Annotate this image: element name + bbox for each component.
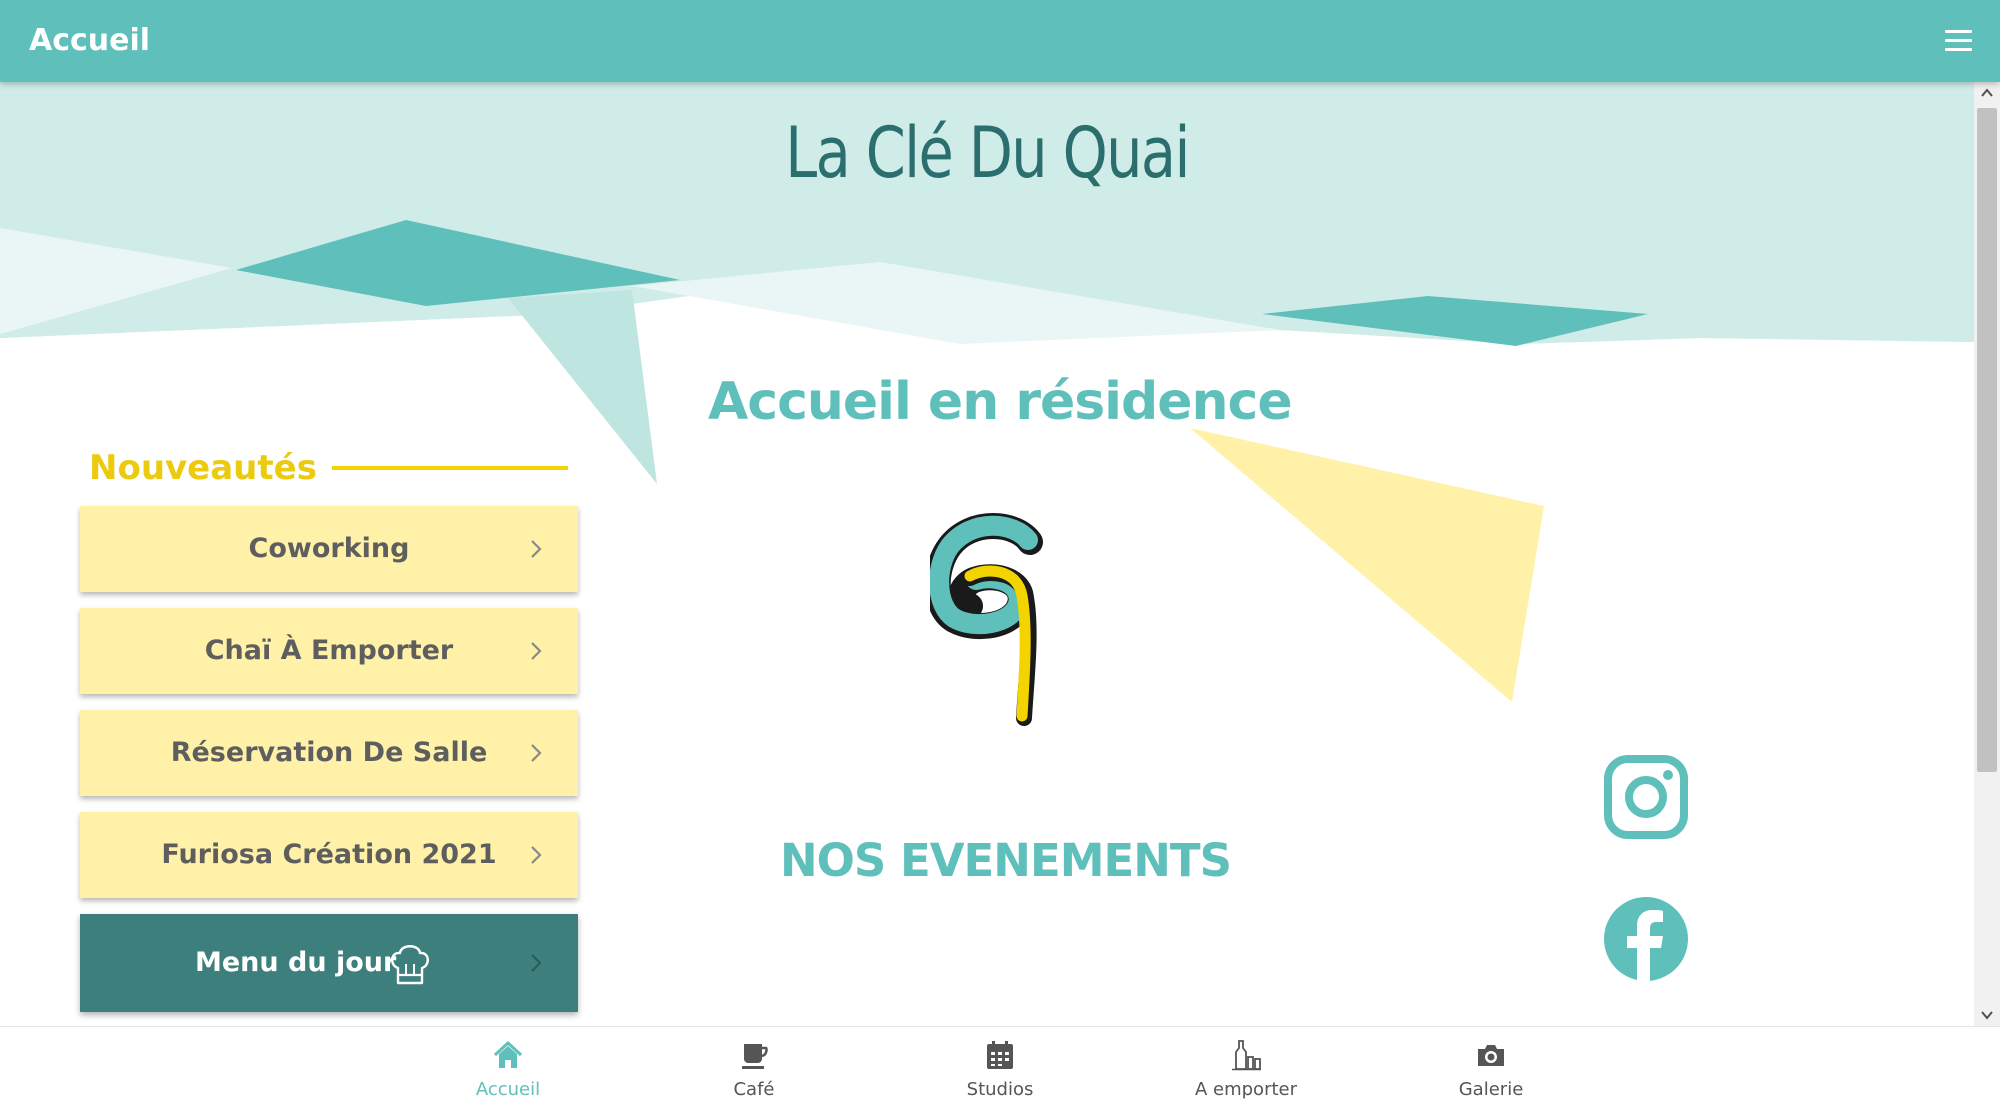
news-item-label: Réservation De Salle	[170, 737, 488, 768]
menu-du-jour-button[interactable]: Menu du jour	[80, 914, 578, 1012]
tab-label: Studios	[966, 1079, 1034, 1100]
tab-label: Accueil	[475, 1079, 541, 1100]
chevron-right-icon	[531, 642, 542, 660]
menu-du-jour-label: Menu du jour	[195, 947, 397, 978]
news-item-reservation[interactable]: Réservation De Salle	[80, 710, 578, 796]
tab-a-emporter[interactable]: A emporter	[1146, 1027, 1346, 1111]
tab-studios[interactable]: Studios	[900, 1027, 1100, 1111]
facebook-icon[interactable]	[1603, 896, 1689, 982]
bottles-icon	[1232, 1040, 1261, 1071]
news-heading: Nouveautés	[89, 448, 317, 488]
coffee-cup-icon	[742, 1044, 768, 1069]
site-title: La Clé Du Quai	[785, 112, 1190, 194]
news-item-chai[interactable]: Chaï À Emporter	[80, 608, 578, 694]
top-app-bar: Accueil	[0, 0, 2000, 82]
scrollbar-thumb[interactable]	[1977, 108, 1997, 772]
news-item-label: Furiosa Création 2021	[161, 839, 497, 870]
home-icon	[493, 1041, 523, 1068]
scroll-up-arrow-icon[interactable]	[1974, 82, 2000, 104]
chevron-right-icon	[531, 846, 542, 864]
bottom-navigation: Accueil Café Studios A emporter Galerie	[0, 1026, 2000, 1111]
chevron-right-icon	[531, 540, 542, 558]
site-logo	[930, 513, 1043, 726]
tab-label: A emporter	[1194, 1079, 1297, 1100]
news-item-label: Chaï À Emporter	[204, 635, 454, 666]
calendar-icon	[987, 1041, 1013, 1069]
news-item-coworking[interactable]: Coworking	[80, 506, 578, 592]
news-item-furiosa[interactable]: Furiosa Création 2021	[80, 812, 578, 898]
events-heading: NOS EVENEMENTS	[780, 834, 1232, 887]
camera-icon	[1478, 1045, 1504, 1066]
chef-hat-icon	[391, 945, 429, 985]
residence-heading: Accueil en résidence	[708, 372, 1293, 432]
chevron-right-icon	[531, 954, 542, 972]
scroll-down-arrow-icon[interactable]	[1974, 1004, 2000, 1026]
vertical-scrollbar[interactable]	[1974, 82, 2000, 1026]
main-content: La Clé Du Quai Accueil en résidence Nouv…	[0, 82, 1974, 1026]
page-title: Accueil	[29, 23, 151, 58]
news-heading-underline	[332, 466, 568, 470]
instagram-icon[interactable]	[1603, 754, 1689, 840]
hamburger-menu-icon[interactable]	[1940, 24, 1976, 58]
tab-cafe[interactable]: Café	[654, 1027, 854, 1111]
news-item-label: Coworking	[248, 533, 410, 564]
tab-label: Galerie	[1458, 1079, 1524, 1100]
tab-label: Café	[733, 1079, 775, 1100]
chevron-right-icon	[531, 744, 542, 762]
tab-galerie[interactable]: Galerie	[1391, 1027, 1591, 1111]
tab-accueil[interactable]: Accueil	[408, 1027, 608, 1111]
